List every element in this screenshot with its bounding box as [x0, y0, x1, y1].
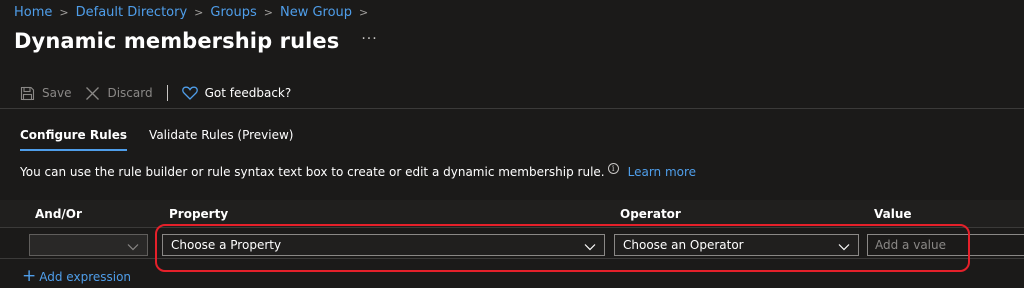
chevron-down-icon — [127, 240, 139, 254]
save-button[interactable]: Save — [20, 86, 71, 101]
column-header-property: Property — [169, 207, 229, 221]
save-icon — [20, 86, 35, 101]
chevron-down-icon — [838, 240, 850, 254]
breadcrumb-separator: > — [263, 6, 273, 19]
andor-dropdown[interactable] — [29, 234, 148, 256]
breadcrumb-separator: > — [194, 6, 204, 19]
value-placeholder: Add a value — [875, 238, 946, 252]
property-dropdown[interactable]: Choose a Property — [162, 234, 605, 256]
title-row: Dynamic membership rules ··· — [14, 29, 378, 53]
breadcrumb-new-group[interactable]: New Group — [280, 5, 352, 20]
info-description: You can use the rule builder or rule syn… — [20, 162, 696, 179]
command-bar: Save Discard Got feedback? — [0, 80, 1024, 109]
operator-value: Choose an Operator — [623, 238, 744, 252]
operator-dropdown[interactable]: Choose an Operator — [614, 234, 859, 256]
feedback-button[interactable]: Got feedback? — [181, 86, 292, 100]
property-value: Choose a Property — [171, 238, 282, 252]
add-expression-label: Add expression — [39, 269, 132, 284]
discard-button[interactable]: Discard — [85, 86, 153, 101]
info-icon[interactable]: i — [607, 162, 619, 174]
breadcrumb: Home > Default Directory > Groups > New … — [14, 5, 375, 20]
feedback-label: Got feedback? — [204, 86, 292, 100]
column-header-operator: Operator — [620, 207, 681, 221]
tab-validate-rules[interactable]: Validate Rules (Preview) — [149, 128, 293, 151]
chevron-down-icon — [584, 240, 596, 254]
add-expression-button[interactable]: + Add expression — [22, 268, 131, 285]
toolbar-divider — [166, 85, 168, 101]
save-label: Save — [42, 86, 72, 100]
info-text: You can use the rule builder or rule syn… — [20, 165, 605, 179]
breadcrumb-default-directory[interactable]: Default Directory — [76, 5, 188, 20]
breadcrumb-separator: > — [359, 6, 369, 19]
breadcrumb-groups[interactable]: Groups — [210, 5, 256, 20]
tab-configure-rules[interactable]: Configure Rules — [20, 128, 128, 151]
page-title: Dynamic membership rules — [14, 29, 340, 53]
rule-row: Choose a Property Choose an Operator Add… — [0, 227, 1024, 259]
discard-label: Discard — [107, 86, 153, 100]
rule-table-header: And/Or Property Operator Value — [0, 200, 1024, 227]
heart-icon — [181, 86, 198, 100]
column-header-value: Value — [874, 207, 912, 221]
value-input[interactable]: Add a value — [867, 234, 1024, 256]
close-icon — [85, 86, 100, 101]
more-options-button[interactable]: ··· — [361, 31, 377, 47]
learn-more-link[interactable]: Learn more — [628, 165, 696, 179]
breadcrumb-home[interactable]: Home — [14, 5, 52, 20]
tab-list: Configure Rules Validate Rules (Preview) — [20, 128, 315, 151]
plus-icon: + — [22, 266, 37, 286]
breadcrumb-separator: > — [59, 6, 69, 19]
column-header-andor: And/Or — [35, 207, 82, 221]
